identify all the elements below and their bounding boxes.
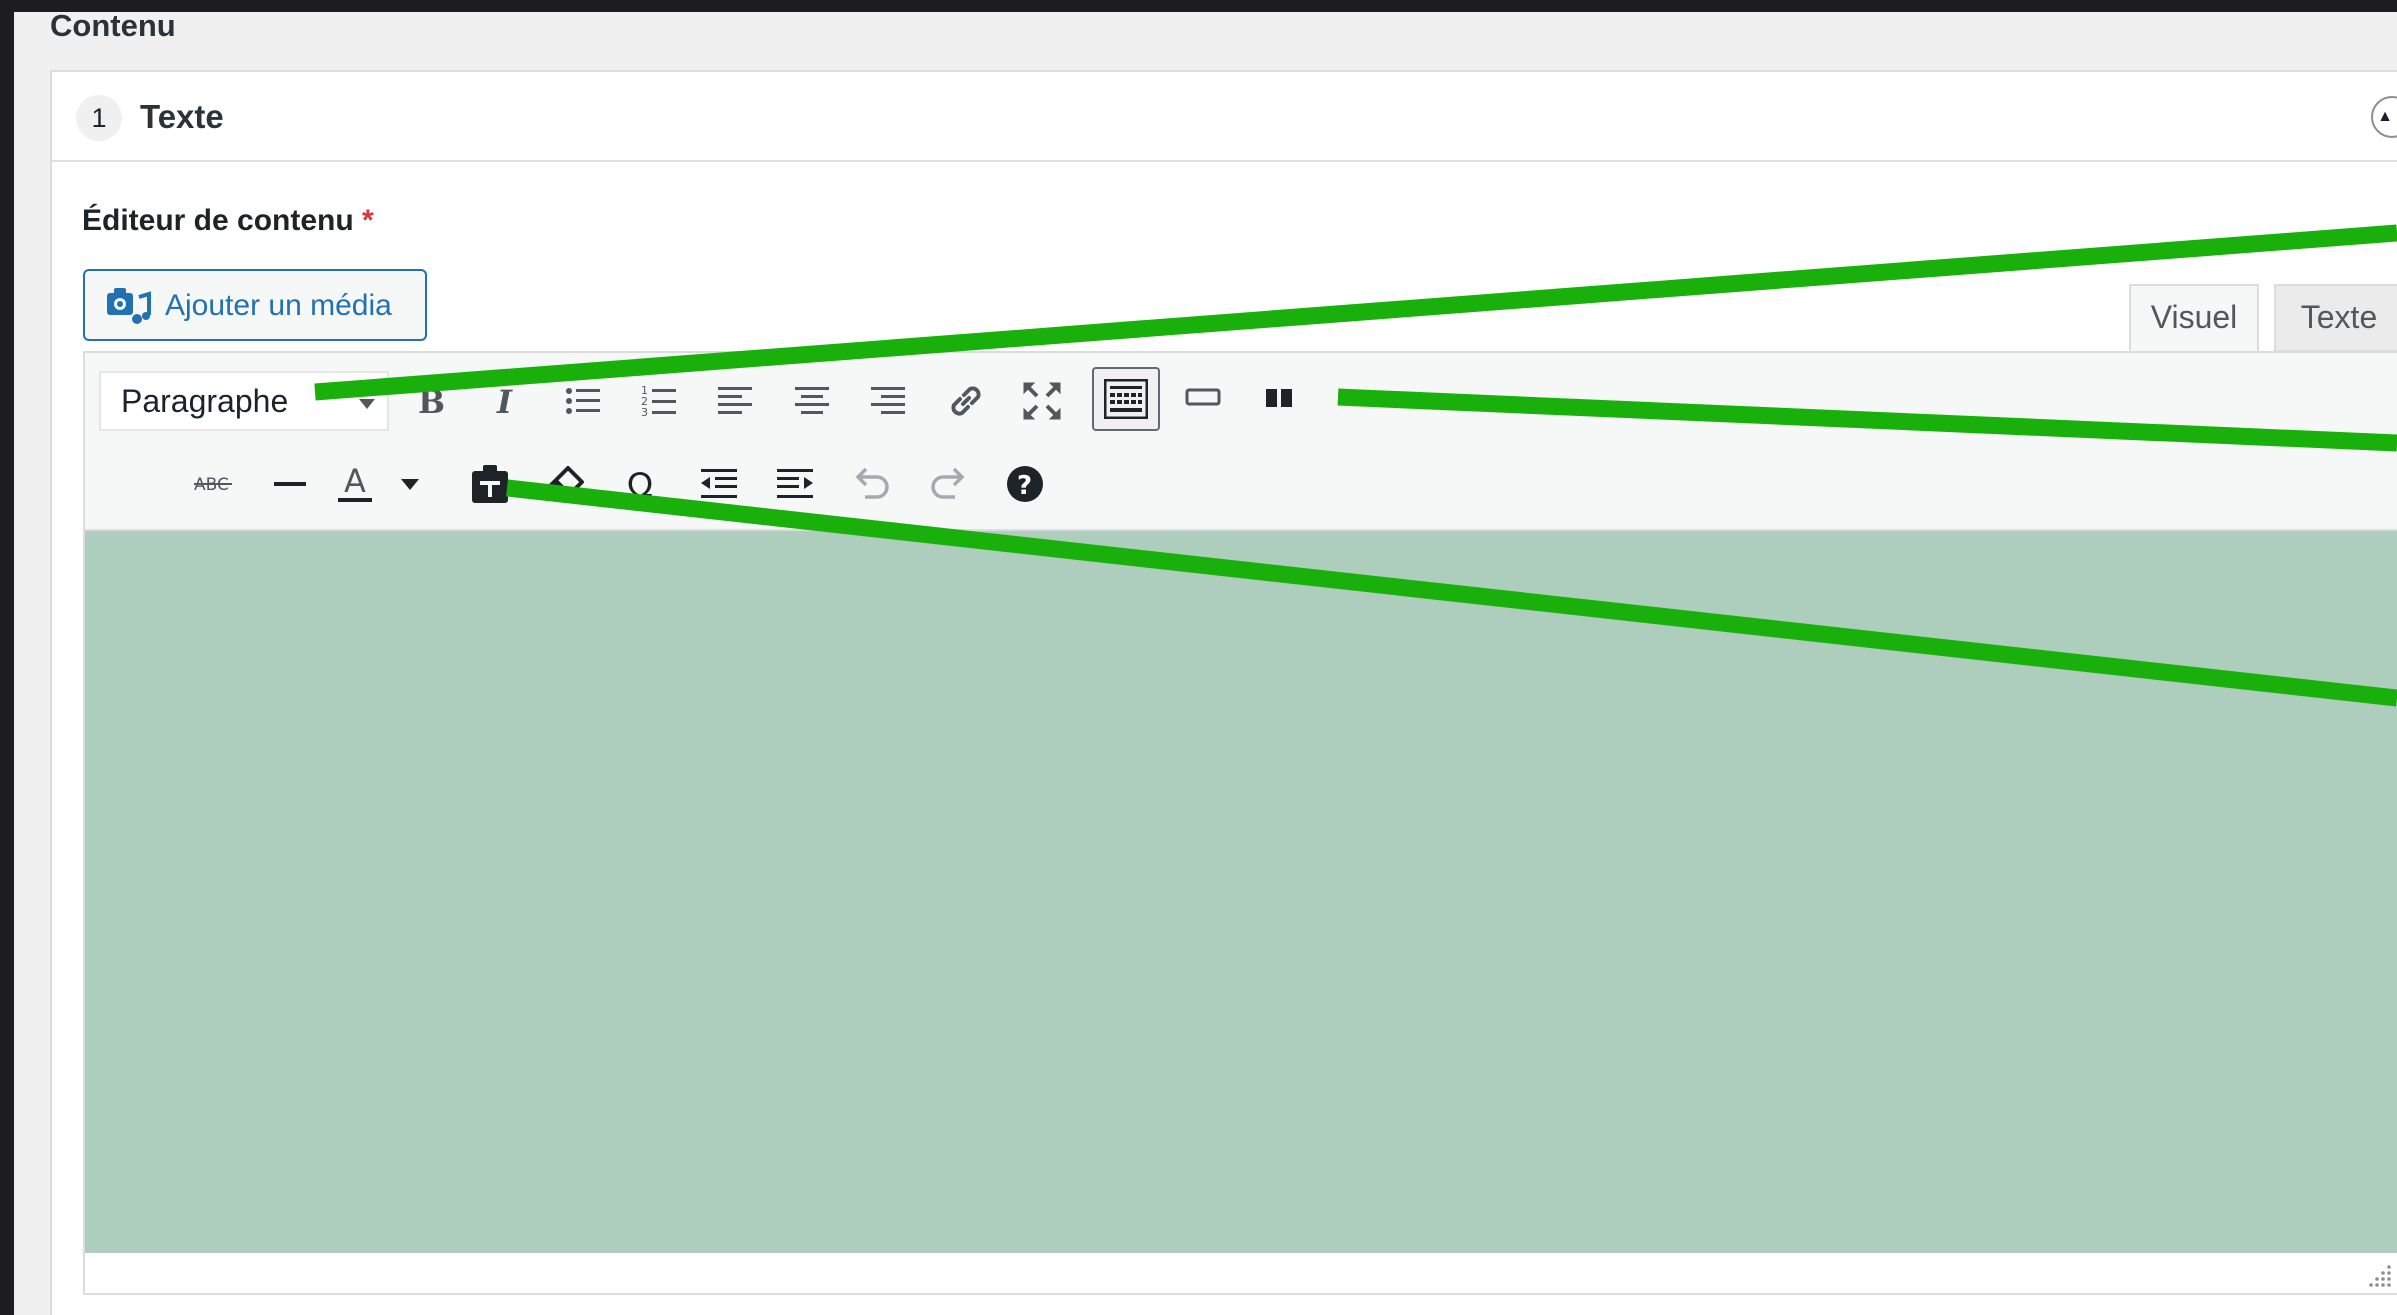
add-media-icon: [107, 288, 151, 324]
paste-as-text-icon: [472, 465, 508, 503]
required-marker: *: [362, 204, 374, 237]
numbered-list-button[interactable]: 1 2 3: [628, 370, 690, 432]
outdent-button[interactable]: [688, 453, 750, 515]
undo-button[interactable]: [841, 453, 903, 515]
italic-icon: I: [496, 384, 513, 418]
outdent-icon: [701, 469, 737, 498]
redo-icon: [931, 467, 965, 499]
field-label-text: Éditeur de contenu: [82, 204, 354, 237]
add-media-button[interactable]: Ajouter un média: [83, 269, 427, 341]
svg-text:B: B: [418, 384, 445, 418]
flexible-content-panel: 1 Texte ▲ Éditeur de contenu * Ajouter u…: [50, 70, 2397, 1315]
indent-icon: [777, 469, 813, 498]
layout-header[interactable]: 1 Texte ▲: [52, 72, 2397, 162]
clear-formatting-button[interactable]: [535, 453, 597, 515]
editor-content-area[interactable]: [85, 531, 2397, 1253]
bullet-list-button[interactable]: [552, 370, 614, 432]
resize-handle-icon[interactable]: [2369, 1263, 2393, 1287]
clear-formatting-icon: [548, 466, 584, 502]
bold-button[interactable]: B: [399, 370, 461, 432]
text-color-dropdown[interactable]: [392, 453, 428, 515]
read-more-icon: [1185, 388, 1221, 406]
insert-link-button[interactable]: [935, 370, 997, 432]
tab-visual[interactable]: Visuel: [2129, 284, 2259, 352]
format-select-value: Paragraphe: [121, 383, 289, 419]
add-media-label: Ajouter un média: [165, 289, 392, 322]
read-more-button[interactable]: [1172, 367, 1234, 429]
numbered-list-icon: 1 2 3: [641, 384, 676, 419]
align-center-icon: [795, 387, 829, 414]
editor-status-bar: [85, 1253, 2397, 1293]
align-left-button[interactable]: [705, 370, 767, 432]
toolbar-toggle-button[interactable]: [1092, 367, 1160, 431]
paste-as-text-button[interactable]: [459, 453, 521, 515]
svg-text:Ω: Ω: [627, 466, 653, 504]
link-icon: [951, 386, 981, 416]
collapse-layout-button[interactable]: ▲: [2371, 96, 2397, 138]
bullet-list-icon: [566, 388, 600, 414]
chevron-down-icon: [359, 399, 375, 409]
svg-text:3: 3: [641, 406, 648, 419]
help-icon: ?: [1007, 466, 1043, 502]
redo-button[interactable]: [917, 453, 979, 515]
undo-icon: [855, 467, 889, 499]
align-right-button[interactable]: [858, 370, 920, 432]
page-break-button[interactable]: [1248, 367, 1310, 429]
special-character-button[interactable]: Ω: [612, 453, 674, 515]
bold-icon: B: [418, 384, 445, 418]
page-break-icon: [1266, 389, 1292, 407]
strikethrough-button[interactable]: ABC: [183, 453, 245, 515]
svg-text:?: ?: [1017, 471, 1032, 501]
horizontal-line-icon: [274, 482, 306, 486]
format-select[interactable]: Paragraphe: [99, 371, 389, 431]
chevron-down-icon: [401, 479, 419, 490]
special-character-icon: Ω: [627, 466, 653, 504]
section-label: Contenu: [50, 8, 176, 43]
align-center-button[interactable]: [782, 370, 844, 432]
screenshot: Contenu 1 Texte ▲ Éditeur de contenu * A…: [0, 0, 2397, 1315]
horizontal-line-button[interactable]: [259, 453, 321, 515]
layout-title[interactable]: Texte: [140, 98, 224, 136]
svg-text:I: I: [496, 384, 513, 418]
editor-toolbar: Paragraphe B I 1 2 3 ABC A Ω ?: [85, 353, 2397, 531]
tab-text[interactable]: Texte: [2274, 284, 2397, 352]
svg-text:A: A: [344, 462, 366, 500]
text-color-icon: A: [338, 462, 372, 502]
fullscreen-button[interactable]: [1011, 370, 1073, 432]
fullscreen-icon: [1023, 382, 1061, 420]
text-color-button[interactable]: A: [333, 453, 395, 515]
align-left-icon: [718, 387, 752, 414]
strikethrough-icon: ABC: [194, 475, 232, 495]
toolbar-toggle-icon: [1104, 379, 1148, 419]
indent-button[interactable]: [764, 453, 826, 515]
field-label: Éditeur de contenu *: [82, 204, 374, 238]
tinymce-editor: Paragraphe B I 1 2 3 ABC A Ω ?: [83, 351, 2397, 1295]
align-right-icon: [871, 387, 905, 414]
italic-button[interactable]: I: [476, 370, 538, 432]
layout-order-number[interactable]: 1: [76, 95, 122, 141]
help-button[interactable]: ?: [994, 453, 1056, 515]
